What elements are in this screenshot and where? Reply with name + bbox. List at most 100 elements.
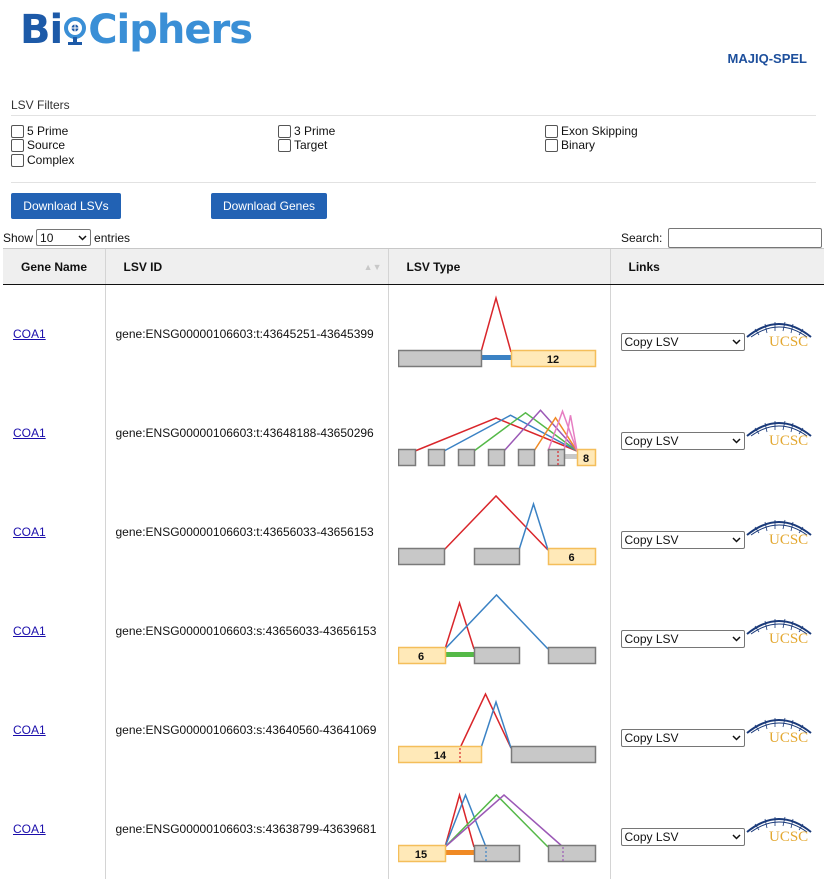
gene-link[interactable]: COA1 [3,327,46,341]
exon [473,547,520,566]
exon [473,646,520,665]
lsv-type-diagram: 12 [397,295,596,368]
lsv-type-diagram: 14 [397,692,596,764]
links-cell: Copy LSV UCSC [609,581,824,681]
svg-text:UCSC: UCSC [769,433,808,448]
copy-lsv-select[interactable]: Copy LSV [620,827,745,846]
globe-icon [62,9,88,45]
checkbox[interactable] [11,153,24,167]
links-cell: Copy LSV UCSC [609,779,824,879]
lsv-id: gene:ENSG00000106603:t:43648188-43650296 [115,426,374,440]
page-length-select[interactable]: 10 [36,229,92,246]
ucsc-icon[interactable]: UCSC [745,513,813,547]
ucsc-icon[interactable]: UCSC [745,711,813,745]
filters-divider-top [11,115,816,116]
filter-binary[interactable]: Binary [545,138,595,152]
lsv-type-cell: 6 [387,482,610,582]
svg-text:UCSC: UCSC [769,631,808,646]
chevron-down-icon [731,833,741,840]
gene-name-cell: COA1 [3,582,105,681]
lsv-label: 8 [582,453,588,465]
copy-lsv-select[interactable]: Copy LSV [620,431,745,450]
copy-lsv-select[interactable]: Copy LSV [620,530,745,549]
gene-link[interactable]: COA1 [3,624,46,638]
column-header-lsv-id[interactable]: LSV ID ▲▼ [104,248,388,285]
junction-arc [517,501,549,551]
entries-label: entries [94,230,131,245]
table-row: COA1 gene:ENSG00000106603:t:43656033-4365… [3,482,824,582]
lsv-id-cell: gene:ENSG00000106603:t:43648188-43650296 [104,383,388,483]
ucsc-icon[interactable]: UCSC [745,612,813,646]
table-row: COA1 gene:ENSG00000106603:s:43656033-4365… [3,581,824,681]
intron-bar [444,652,474,657]
lsv-type-cell: 6 [387,581,610,681]
lsv-id-cell: gene:ENSG00000106603:s:43640560-43641069 [104,680,388,780]
column-header-gene-name[interactable]: Gene Name [3,248,105,285]
table-row: COA1 gene:ENSG00000106603:s:43640560-4364… [3,680,824,780]
search-input[interactable] [668,228,822,248]
intron-bar [444,850,474,855]
junction-arc [479,295,512,353]
checkbox[interactable] [545,124,558,138]
exon [510,745,596,764]
app-name[interactable]: MAJIQ-SPEL [728,51,807,66]
lsv-table: Gene Name LSV ID ▲▼ LSV Type Links COA1 ge… [3,248,824,879]
exon [547,844,596,863]
lsv-type-cell: 8 [387,383,610,483]
filter-source[interactable]: Source [11,138,65,152]
junction-arc [443,593,549,650]
lsv-id-cell: gene:ENSG00000106603:s:43638799-43639681 [104,779,388,879]
checkbox[interactable] [278,138,291,152]
download-genes-button[interactable]: Download Genes [211,193,327,219]
exon [547,646,596,665]
filter-3-prime[interactable]: 3 Prime [278,124,335,138]
exon [397,547,445,566]
lsv-id: gene:ENSG00000106603:t:43645251-43645399 [115,327,374,342]
chevron-down-icon [731,339,741,345]
checkbox[interactable] [11,138,24,152]
lsv-id-cell: gene:ENSG00000106603:t:43645251-43645399 [104,284,388,384]
junction-arc [442,494,549,551]
download-lsvs-button[interactable]: Download LSVs [11,193,121,219]
gene-name-cell: COA1 [3,681,105,780]
chevron-down-icon [731,635,741,642]
ucsc-icon[interactable]: UCSC [745,315,813,349]
gene-link[interactable]: COA1 [3,426,46,440]
filters-title: LSV Filters [11,98,70,112]
junction-arc [479,699,512,749]
lsv-label: 15 [414,849,426,861]
gene-link[interactable]: COA1 [3,525,46,539]
logo-text-ciphers: Ciphers [88,7,253,53]
intron-bar [480,355,511,361]
column-header-links[interactable]: Links [609,248,824,285]
ucsc-icon[interactable]: UCSC [745,414,813,448]
lsv-id: gene:ENSG00000106603:t:43656033-43656153 [115,525,374,539]
exon [397,448,416,467]
gene-name-cell: COA1 [3,483,105,582]
lsv-type-diagram: 8 [397,409,596,467]
exon [487,448,505,467]
ucsc-icon[interactable]: UCSC [745,810,813,844]
lsv-id-cell: gene:ENSG00000106603:s:43656033-43656153 [104,581,388,681]
filter-complex[interactable]: Complex [11,153,74,167]
biociphers-logo[interactable]: Bi Ciphers [20,6,253,56]
filter-exon-skipping[interactable]: Exon Skipping [545,124,638,138]
sort-icon: ▲▼ [363,262,382,272]
copy-lsv-select[interactable]: Copy LSV [620,728,745,747]
lsv-type-diagram: 6 [397,593,596,665]
copy-lsv-select[interactable]: Copy LSV [620,629,745,648]
checkbox[interactable] [11,124,24,138]
column-header-lsv-type[interactable]: LSV Type [387,248,610,285]
exon [547,448,565,467]
copy-lsv-select[interactable]: Copy LSV [620,333,745,351]
filter-target[interactable]: Target [278,138,327,152]
lsv-type-diagram: 6 [397,494,596,566]
filter-5-prime[interactable]: 5 Prime [11,124,68,138]
lsv-label: 12 [546,354,558,366]
gene-link[interactable]: COA1 [3,723,46,737]
checkbox[interactable] [278,124,291,138]
gene-link[interactable]: COA1 [3,822,46,836]
checkbox[interactable] [545,138,558,152]
svg-text:UCSC: UCSC [769,730,808,745]
chevron-down-icon [731,437,741,444]
